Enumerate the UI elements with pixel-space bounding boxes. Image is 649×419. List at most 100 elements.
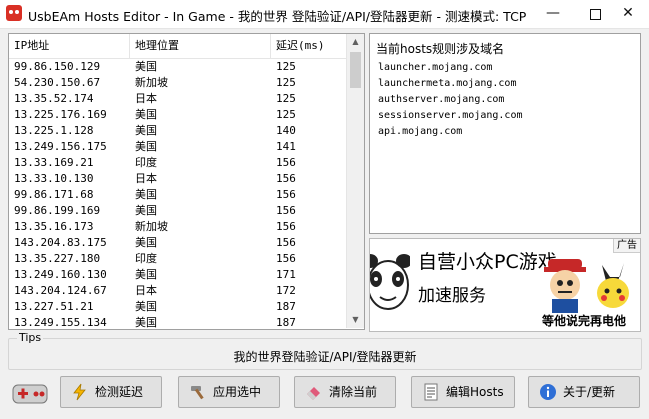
ad-tag: 广告 [613,239,640,253]
location-cell: 新加坡 [135,76,168,89]
table-row[interactable]: 143.204.124.67 日本 172 [9,283,346,299]
apply-selected-button[interactable]: 应用选中 [178,376,280,408]
latency-cell: 125 [276,92,296,105]
scroll-down-icon[interactable]: ▼ [347,312,364,328]
location-cell: 美国 [135,236,157,249]
domain-item: authserver.mojang.com [378,94,505,105]
location-cell: 美国 [135,316,157,329]
list-header: IP地址 地理位置 延迟(ms) [9,34,346,59]
table-row[interactable]: 13.227.51.21 美国 187 [9,299,346,315]
location-cell: 日本 [135,284,157,297]
lightning-icon [73,383,86,401]
ad-banner[interactable]: 自营小众PC游戏 加速服务 等他说完再电他 广告 [369,238,641,332]
table-row[interactable]: 13.225.1.128 美国 140 [9,123,346,139]
table-row[interactable]: 13.249.160.130 美国 171 [9,267,346,283]
table-row[interactable]: 13.35.52.174 日本 125 [9,91,346,107]
info-icon [540,384,556,400]
server-list[interactable]: IP地址 地理位置 延迟(ms) 99.86.150.129 美国 125 54.23… [8,33,365,330]
ip-cell: 54.230.150.67 [14,76,101,89]
latency-cell: 172 [276,284,296,297]
ip-cell: 13.33.169.21 [14,156,94,169]
location-cell: 美国 [135,140,157,153]
table-row[interactable]: 13.33.10.130 日本 156 [9,171,346,187]
scroll-up-icon[interactable]: ▲ [347,34,364,50]
list-rows: 99.86.150.129 美国 125 54.230.150.67 新加坡 125 13.… [9,59,346,329]
ip-cell: 99.86.150.129 [14,60,101,73]
domains-panel: 当前hosts规则涉及域名 launcher.mojang.com launch… [369,33,641,234]
location-cell: 美国 [135,124,157,137]
clear-current-label: 清除当前 [329,385,378,399]
column-header-latency[interactable]: 延迟(ms) [271,34,346,58]
edit-hosts-label: 编辑Hosts [446,385,504,399]
ad-caption: 等他说完再电他 [542,314,627,328]
hammer-icon [191,386,204,400]
tips-text: 我的世界登陆验证/API/登陆器更新 [233,350,417,364]
vertical-scrollbar[interactable]: ▲ ▼ [346,34,364,328]
app-icon [6,5,22,21]
domains-header: 当前hosts规则涉及域名 [376,42,505,56]
location-cell: 印度 [135,156,157,169]
close-button[interactable]: ✕ [607,0,649,28]
about-update-button[interactable]: 关于/更新 [528,376,640,408]
latency-cell: 156 [276,252,296,265]
ip-cell: 99.86.199.169 [14,204,101,217]
location-cell: 美国 [135,108,157,121]
table-row[interactable]: 13.33.169.21 印度 156 [9,155,346,171]
latency-cell: 156 [276,204,296,217]
location-cell: 美国 [135,204,157,217]
latency-cell: 171 [276,268,296,281]
table-row[interactable]: 54.230.150.67 新加坡 125 [9,75,346,91]
latency-cell: 141 [276,140,296,153]
eraser-icon [307,387,320,400]
ip-cell: 13.227.51.21 [14,300,94,313]
location-cell: 美国 [135,60,157,73]
tips-label: Tips [17,331,44,344]
test-latency-button[interactable]: 检测延迟 [60,376,162,408]
latency-cell: 125 [276,60,296,73]
location-cell: 美国 [135,300,157,313]
window-title: UsbEAm Hosts Editor - In Game - 我的世界 登陆验… [28,9,527,24]
ip-cell: 143.204.83.175 [14,236,107,249]
latency-cell: 187 [276,316,296,329]
latency-cell: 156 [276,236,296,249]
column-header-ip[interactable]: IP地址 [9,34,130,58]
table-row[interactable]: 13.249.156.175 美国 141 [9,139,346,155]
title-bar[interactable]: UsbEAm Hosts Editor - In Game - 我的世界 登陆验… [0,0,649,29]
table-row[interactable]: 13.225.176.169 美国 125 [9,107,346,123]
scroll-thumb[interactable] [350,52,361,88]
location-cell: 日本 [135,172,157,185]
ip-cell: 13.249.160.130 [14,268,107,281]
clear-current-button[interactable]: 清除当前 [294,376,396,408]
location-cell: 印度 [135,252,157,265]
table-row[interactable]: 13.35.16.173 新加坡 156 [9,219,346,235]
ad-headline: 自营小众PC游戏 [418,251,557,273]
location-cell: 日本 [135,92,157,105]
table-row[interactable]: 13.249.155.134 美国 187 [9,315,346,329]
domain-item: sessionserver.mojang.com [378,110,523,121]
domain-item: launcher.mojang.com [378,62,493,73]
ip-cell: 13.249.156.175 [14,140,107,153]
ip-cell: 13.35.52.174 [14,92,94,105]
latency-cell: 125 [276,108,296,121]
table-row[interactable]: 143.204.83.175 美国 156 [9,235,346,251]
latency-cell: 156 [276,220,296,233]
domain-item: launchermeta.mojang.com [378,78,517,89]
domain-item: api.mojang.com [378,126,463,137]
apply-selected-label: 应用选中 [213,385,262,399]
about-update-label: 关于/更新 [563,385,616,399]
latency-cell: 156 [276,156,296,169]
table-row[interactable]: 99.86.171.68 美国 156 [9,187,346,203]
edit-hosts-button[interactable]: 编辑Hosts [411,376,515,408]
minimize-button[interactable]: — [532,0,574,28]
gamepad-icon[interactable] [12,381,48,405]
latency-cell: 125 [276,76,296,89]
maximize-icon [589,9,601,20]
tips-group: Tips 我的世界登陆验证/API/登陆器更新 [8,331,642,370]
latency-cell: 187 [276,300,296,313]
table-row[interactable]: 99.86.150.129 美国 125 [9,59,346,75]
column-header-location[interactable]: 地理位置 [130,34,271,58]
table-row[interactable]: 13.35.227.180 印度 156 [9,251,346,267]
table-row[interactable]: 99.86.199.169 美国 156 [9,203,346,219]
ad-subline: 加速服务 [418,286,486,306]
latency-cell: 156 [276,172,296,185]
